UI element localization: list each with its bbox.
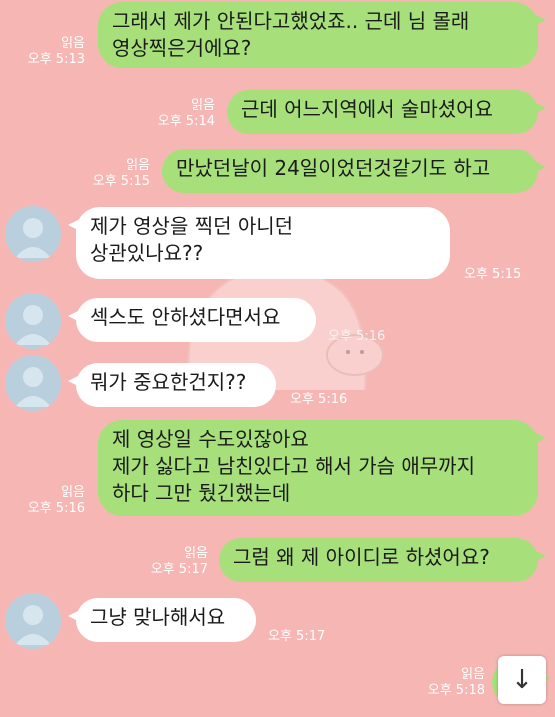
message-time: 오후 5:16 <box>27 501 85 516</box>
message-time: 오후 5:17 <box>150 562 208 577</box>
default-profile-icon <box>15 218 51 258</box>
incoming-message-bubble[interactable]: 뭐가 중요한건지?? <box>68 363 276 407</box>
message-meta: 읽음 오후 5:18 <box>428 667 485 699</box>
incoming-message-bubble[interactable]: 제가 영상을 찍던 아니던 상관있나요?? <box>68 207 450 279</box>
message-meta: 읽음 오후 5:16 <box>28 485 85 517</box>
message-time: 오후 5:17 <box>268 629 326 644</box>
default-profile-icon <box>15 305 51 345</box>
read-receipt: 읽음 <box>61 36 85 51</box>
profile-avatar[interactable] <box>5 206 61 262</box>
message-meta: 읽음 오후 5:15 <box>93 158 150 190</box>
message-time: 오후 5:16 <box>328 329 386 344</box>
default-profile-icon <box>15 367 51 407</box>
message-time: 오후 5:14 <box>157 114 215 129</box>
message-meta: 읽음 오후 5:14 <box>158 98 215 130</box>
message-meta: 읽음 오후 5:17 <box>151 546 208 578</box>
outgoing-message-bubble[interactable]: 그래서 제가 안된다고했었죠.. 근데 님 몰래 영상찍은거에요? <box>98 2 546 68</box>
read-receipt: 읽음 <box>126 158 150 173</box>
default-profile-icon <box>15 605 51 645</box>
read-receipt: 읽음 <box>191 98 215 113</box>
incoming-message-bubble[interactable]: 그냥 맞나해서요 <box>68 598 256 642</box>
read-receipt: 읽음 <box>461 667 485 682</box>
arrow-down-icon: ↓ <box>511 665 533 695</box>
outgoing-message-bubble[interactable]: 만났던날이 24일이었던것같기도 하고 <box>162 149 546 193</box>
outgoing-message-bubble[interactable]: 제 영상일 수도있잖아요 제가 싫다고 남친있다고 해서 가슴 애무까지 하다 … <box>98 420 546 516</box>
message-time: 오후 5:16 <box>290 392 348 407</box>
incoming-message-bubble[interactable]: 섹스도 안하셨다면서요 <box>68 298 316 342</box>
message-time: 오후 5:18 <box>427 683 485 698</box>
read-receipt: 읽음 <box>61 485 85 500</box>
message-time: 오후 5:15 <box>464 267 522 282</box>
profile-avatar[interactable] <box>5 293 61 349</box>
profile-avatar[interactable] <box>5 355 61 411</box>
message-time: 오후 5:15 <box>92 174 150 189</box>
outgoing-message-bubble[interactable]: 그럼 왜 제 아이디로 하셨어요? <box>219 538 546 582</box>
read-receipt: 읽음 <box>184 546 208 561</box>
message-meta: 읽음 오후 5:13 <box>28 36 85 68</box>
message-time: 오후 5:13 <box>27 52 85 67</box>
profile-avatar[interactable] <box>5 593 61 649</box>
outgoing-message-bubble[interactable]: 근데 어느지역에서 술마셨어요 <box>227 90 546 134</box>
scroll-to-bottom-button[interactable]: ↓ <box>498 656 546 704</box>
